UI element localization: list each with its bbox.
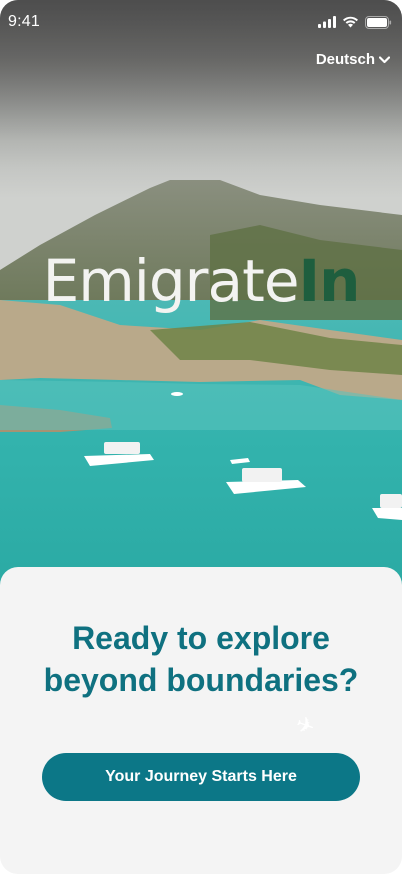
get-started-button[interactable]: Your Journey Starts Here bbox=[42, 753, 360, 801]
welcome-card: Ready to explore beyond boundaries? ✈ Yo… bbox=[0, 567, 402, 874]
welcome-screen: 9:41 Deutsch EmigrateIn Ready to explore… bbox=[0, 0, 402, 874]
status-time: 9:41 bbox=[8, 13, 40, 30]
chevron-down-icon bbox=[379, 55, 390, 63]
paper-plane-icon: ✈ bbox=[292, 710, 319, 741]
cellular-signal-icon bbox=[318, 16, 336, 28]
status-bar: 9:41 bbox=[0, 0, 402, 44]
welcome-headline: Ready to explore beyond boundaries? bbox=[43, 620, 359, 698]
brand-name-part1: Emigrate bbox=[42, 247, 300, 315]
wifi-icon bbox=[343, 16, 358, 28]
brand-logo: EmigrateIn bbox=[0, 252, 402, 310]
language-selector[interactable]: Deutsch bbox=[316, 51, 390, 68]
battery-icon bbox=[365, 15, 392, 29]
status-icons bbox=[318, 15, 392, 29]
brand-name-part2: In bbox=[298, 247, 361, 315]
language-label: Deutsch bbox=[315, 51, 375, 68]
